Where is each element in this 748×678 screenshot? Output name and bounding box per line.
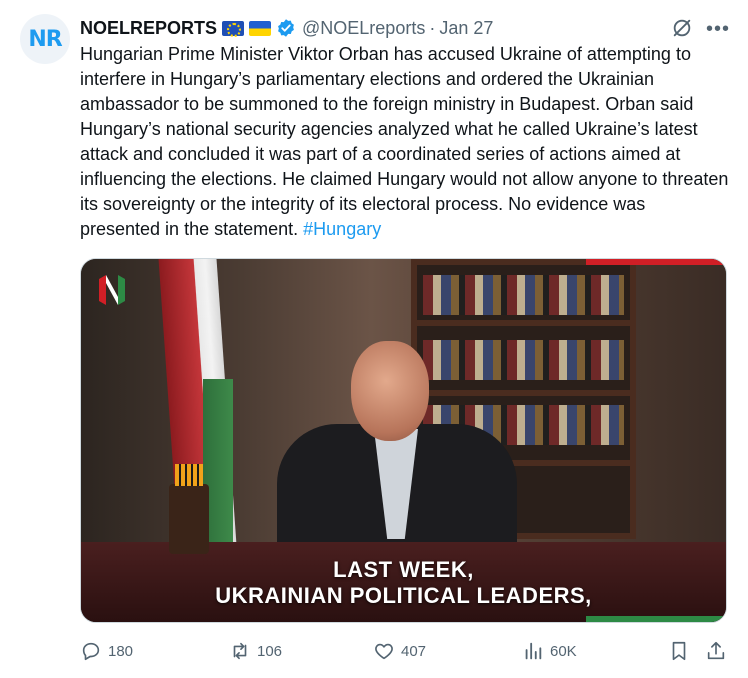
shelf-board	[417, 320, 630, 326]
tweet-body: Hungarian Prime Minister Viktor Orban ha…	[80, 44, 729, 239]
header-separator: ·	[429, 17, 436, 38]
like-count: 407	[401, 642, 427, 660]
views-button[interactable]: 60K	[522, 637, 577, 665]
author-name[interactable]: NOELREPORTS	[80, 18, 217, 39]
share-icon	[707, 641, 725, 660]
channel-logo-icon	[99, 275, 125, 305]
author-handle[interactable]: @NOELreports	[302, 18, 425, 39]
avatar-logo: NR	[28, 26, 62, 52]
bookmark-button[interactable]	[668, 637, 696, 665]
tweet-actions: 180 106 407 60K	[80, 637, 730, 665]
share-button[interactable]	[705, 637, 733, 665]
heart-icon	[375, 643, 393, 660]
ukraine-flag-icon	[249, 20, 272, 36]
tweet-header: NOELREPORTS @NOELreports · Jan 27	[80, 16, 493, 40]
shelf-board	[417, 390, 630, 396]
like-button[interactable]: 407	[373, 637, 426, 665]
video-thumbnail[interactable]: LAST WEEK, UKRAINIAN POLITICAL LEADERS,	[80, 258, 727, 623]
video-caption-line2: UKRAINIAN POLITICAL LEADERS,	[215, 583, 592, 608]
views-count: 60K	[550, 642, 577, 660]
repost-button[interactable]: 106	[229, 637, 282, 665]
author-avatar[interactable]: NR	[20, 14, 70, 64]
bookmark-icon	[672, 641, 686, 661]
more-options-icon[interactable]: •••	[706, 18, 730, 41]
repost-count: 106	[257, 642, 283, 660]
hashtag-link[interactable]: #Hungary	[303, 219, 381, 239]
pencil-holder	[169, 464, 209, 554]
grok-icon[interactable]	[671, 17, 693, 39]
views-chart-icon	[525, 642, 542, 660]
eu-flag-icon	[222, 20, 245, 37]
tweet-date[interactable]: Jan 27	[439, 18, 493, 39]
tweet-text: Hungarian Prime Minister Viktor Orban ha…	[80, 42, 730, 242]
verified-badge-icon[interactable]	[276, 18, 296, 38]
reply-count: 180	[108, 642, 134, 660]
video-caption-line1: LAST WEEK,	[333, 557, 474, 582]
speaker-head	[351, 341, 429, 441]
reply-icon	[82, 642, 100, 661]
repost-icon	[233, 642, 247, 660]
books-row	[423, 275, 624, 315]
books-row	[423, 340, 624, 380]
red-accent-stripe	[586, 259, 726, 265]
green-accent-stripe	[586, 616, 726, 622]
reply-button[interactable]: 180	[80, 637, 133, 665]
